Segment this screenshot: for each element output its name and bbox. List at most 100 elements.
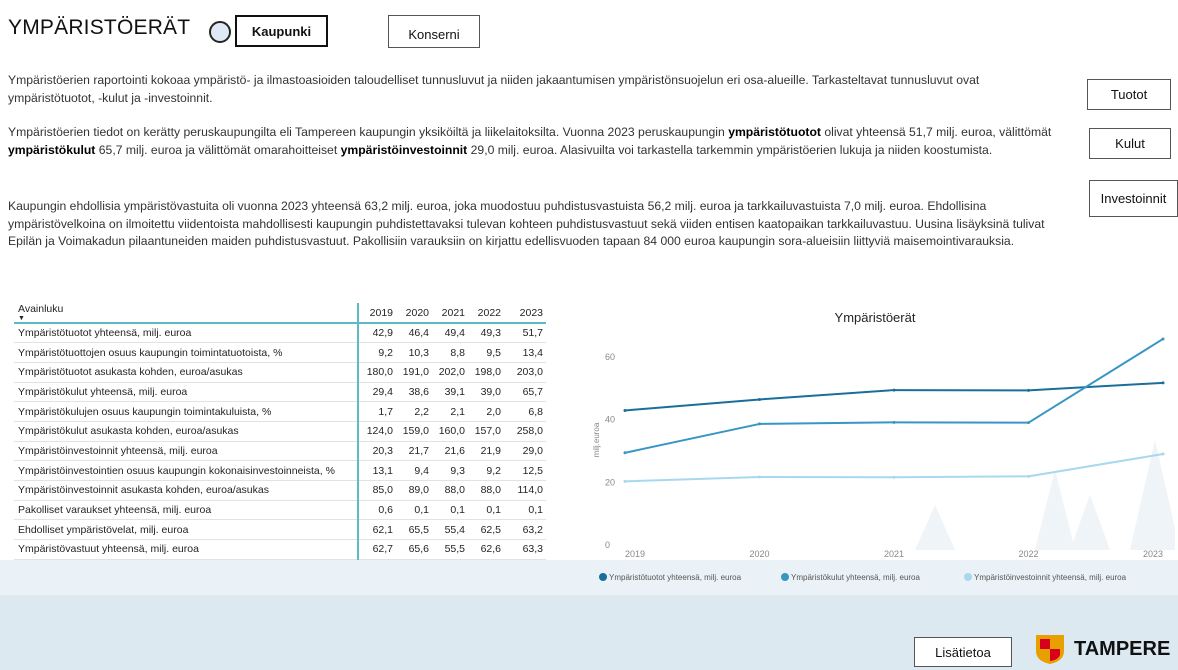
row-label: Ympäristökulut asukasta kohden, euroa/as… (14, 421, 359, 442)
more-info-button[interactable]: Lisätietoa (914, 637, 1012, 667)
table-row[interactable]: Ympäristötuotot yhteensä, milj. euroa 42,… (14, 323, 546, 344)
cell-value: 51,7 (504, 323, 546, 344)
cell-value: 9,4 (396, 460, 432, 481)
radio-indicator-icon[interactable] (209, 21, 231, 43)
data-point[interactable] (892, 388, 896, 392)
legend-label[interactable]: Ympäristökulut yhteensä, milj. euroa (791, 573, 921, 582)
table-row[interactable]: Ympäristövastuut yhteensä, milj. euroa 62… (14, 539, 546, 560)
legend-marker (599, 573, 607, 581)
data-point[interactable] (1027, 388, 1030, 392)
column-header-year[interactable]: 2021 (432, 303, 468, 323)
cell-value: 65,5 (396, 519, 432, 541)
cell-value: 9,5 (468, 342, 504, 363)
data-point[interactable] (1161, 337, 1165, 341)
row-label: Ympäristöinvestoinnit yhteensä, milj. eu… (14, 441, 359, 462)
kaupunki-button[interactable]: Kaupunki (235, 15, 328, 47)
table-row[interactable]: Ympäristökulujen osuus kaupungin toimint… (14, 401, 546, 422)
environment-line-chart: Ympäristöerät milj.euroa 0 20 40 60 2019 202… (592, 310, 1175, 582)
data-point[interactable] (623, 408, 627, 412)
cell-value: 88,0 (432, 480, 468, 501)
table-row[interactable]: Ympäristökulut yhteensä, milj. euroa 29,4… (14, 382, 546, 403)
kulut-button[interactable]: Kulut (1089, 128, 1171, 159)
cell-value: 62,5 (468, 519, 504, 541)
data-point[interactable] (623, 479, 627, 483)
cell-value: 180,0 (358, 362, 396, 383)
cell-value: 0,1 (396, 500, 432, 521)
y-tick-label: 0 (605, 540, 610, 550)
chart-series (623, 337, 1165, 483)
cell-value: 38,6 (396, 382, 432, 403)
cell-value: 42,9 (358, 323, 396, 344)
table-row[interactable]: Ympäristöinvestoinnit asukasta kohden, e… (14, 480, 546, 501)
investoinnit-button[interactable]: Investoinnit (1089, 180, 1178, 217)
cell-value: 13,1 (358, 460, 396, 481)
cell-value: 159,0 (396, 421, 432, 442)
cell-value: 258,0 (504, 421, 546, 442)
row-label: Ympäristökulut yhteensä, milj. euroa (14, 382, 359, 403)
column-header-year[interactable]: 2023 (504, 303, 546, 323)
data-point[interactable] (1027, 474, 1030, 478)
cell-value: 49,3 (468, 323, 504, 344)
legend-label[interactable]: Ympäristötuotot yhteensä, milj. euroa (609, 573, 742, 582)
cell-value: 62,1 (358, 519, 396, 541)
legend-label[interactable]: Ympäristöinvestoinnit yhteensä, milj. eu… (974, 573, 1127, 582)
table-row[interactable]: Pakolliset varaukset yhteensä, milj. eur… (14, 500, 546, 521)
data-point[interactable] (758, 422, 761, 426)
series-line[interactable] (624, 338, 1164, 454)
cell-value: 20,3 (358, 441, 396, 462)
row-label: Ympäristövastuut yhteensä, milj. euroa (14, 539, 359, 560)
p2-bold-kulut: ympäristökulut (8, 142, 96, 157)
p2-text-a: Ympäristöerien tiedot on kerätty peruska… (8, 125, 729, 139)
table-row[interactable]: Ympäristötuottojen osuus kaupungin toimi… (14, 342, 546, 363)
cell-value: 49,4 (432, 323, 468, 344)
cell-value: 0,6 (358, 500, 396, 521)
cell-value: 0,1 (432, 500, 468, 521)
cell-value: 55,5 (432, 539, 468, 560)
data-point[interactable] (758, 397, 761, 401)
column-header-year[interactable]: 2022 (468, 303, 504, 323)
cell-value: 89,0 (396, 480, 432, 501)
table-row[interactable]: Ympäristöinvestoinnit yhteensä, milj. eu… (14, 441, 546, 462)
column-header-year[interactable]: 2019 (358, 303, 396, 323)
background-tree (915, 505, 955, 550)
row-label: Ympäristöinvestointien osuus kaupungin k… (14, 460, 359, 481)
cell-value: 0,1 (468, 500, 504, 521)
cell-value: 88,0 (468, 480, 504, 501)
y-tick-label: 20 (605, 477, 615, 487)
data-point[interactable] (892, 420, 896, 424)
column-header-year[interactable]: 2020 (396, 303, 432, 323)
page-title: YMPÄRISTÖERÄT (8, 16, 191, 39)
konserni-button[interactable]: Konserni (388, 15, 480, 48)
legend-marker (964, 573, 972, 581)
table-row[interactable]: Ympäristöinvestointien osuus kaupungin k… (14, 460, 546, 481)
data-point[interactable] (892, 475, 896, 479)
data-point[interactable] (1161, 381, 1165, 385)
table-header-row: Avainluku ▼ 2019 2020 2021 2022 2023 (14, 303, 546, 323)
sort-down-icon[interactable]: ▼ (18, 315, 354, 322)
column-header-avainluku[interactable]: Avainluku ▼ (14, 303, 359, 323)
table-row[interactable]: Ympäristökulut asukasta kohden, euroa/as… (14, 421, 546, 442)
data-point[interactable] (1161, 452, 1165, 456)
cell-value: 1,7 (358, 401, 396, 422)
row-label: Ympäristöinvestoinnit asukasta kohden, e… (14, 480, 359, 501)
p2-bold-investoinnit: ympäristöinvestoinnit (340, 142, 468, 157)
cell-value: 10,3 (396, 342, 432, 363)
cell-value: 29,4 (358, 382, 396, 403)
series-line[interactable] (624, 381, 1164, 412)
data-point[interactable] (623, 451, 627, 455)
cell-value: 198,0 (468, 362, 504, 383)
data-point[interactable] (1027, 421, 1030, 425)
y-axis-label: milj.euroa (592, 422, 601, 457)
row-label: Ympäristökulujen osuus kaupungin toimint… (14, 401, 359, 422)
cell-value: 6,8 (504, 401, 546, 422)
cell-value: 9,3 (432, 460, 468, 481)
data-point[interactable] (758, 475, 761, 479)
table-row[interactable]: Ehdolliset ympäristövelat, milj. euroa 62… (14, 519, 546, 541)
cell-value: 63,2 (504, 519, 546, 541)
tuotot-button[interactable]: Tuotot (1087, 79, 1171, 110)
table-row[interactable]: Ympäristötuotot asukasta kohden, euroa/a… (14, 362, 546, 383)
intro-paragraph-3: Kaupungin ehdollisia ympäristövastuita o… (8, 199, 1045, 248)
x-tick-label: 2022 (1018, 549, 1038, 559)
row-label: Ehdolliset ympäristövelat, milj. euroa (14, 519, 359, 541)
row-label: Ympäristötuottojen osuus kaupungin toimi… (14, 342, 359, 363)
